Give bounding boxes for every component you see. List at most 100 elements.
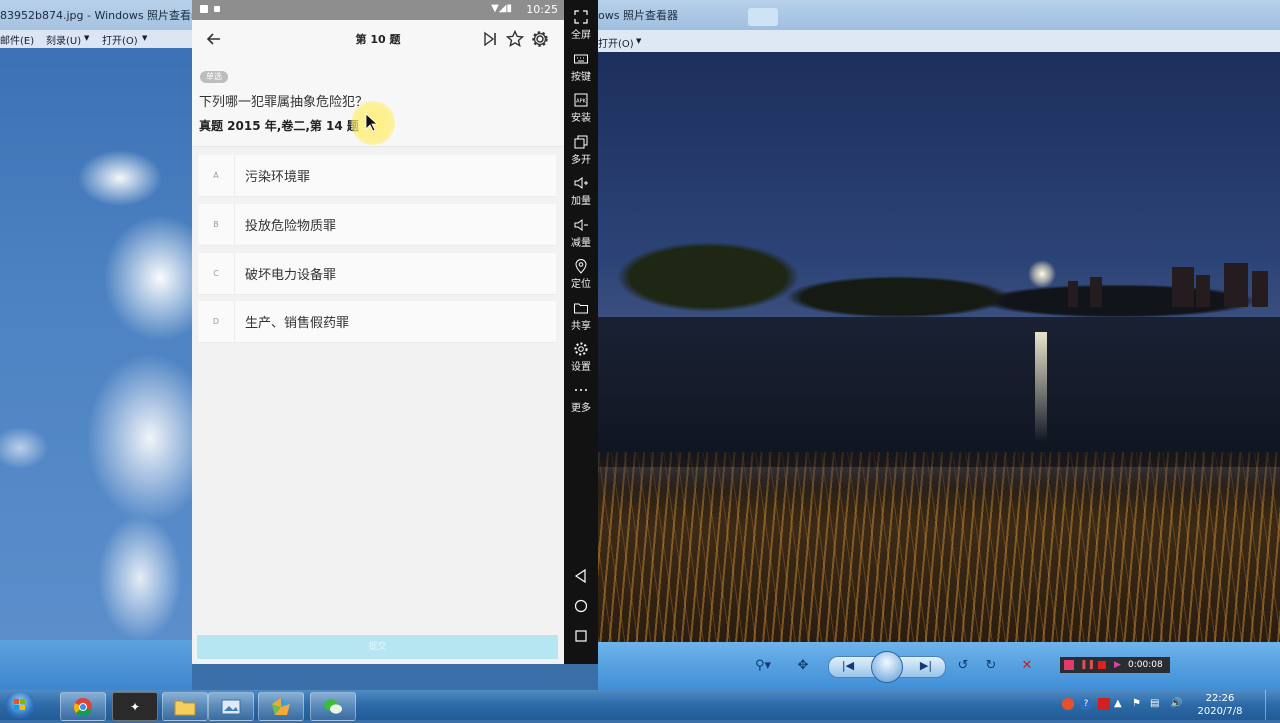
- sidebar-label: 加量: [571, 196, 591, 207]
- windows-logo-icon: [14, 699, 25, 710]
- sidebar-label: 全屏: [571, 30, 591, 41]
- right-photo-viewer-window: ows 照片查看器 打开(O) ▼ ⚲▾ ✥ |◀ ▶| ↺ ↻ ✕ ❚❚ ▶ …: [598, 0, 1280, 690]
- option-a[interactable]: A 污染环境罪: [198, 155, 556, 197]
- status-time: 10:25: [526, 3, 558, 16]
- menu-burn[interactable]: 刻录(U): [46, 32, 81, 47]
- taskbar-chrome[interactable]: [60, 692, 106, 721]
- show-desktop-button[interactable]: [1265, 690, 1280, 720]
- android-home-icon[interactable]: [573, 598, 589, 614]
- recorder-tray-icon[interactable]: [1098, 698, 1110, 710]
- folder-icon: [174, 700, 196, 715]
- option-b[interactable]: B 投放危险物质罪: [198, 204, 556, 246]
- actual-size-icon[interactable]: ✥: [792, 654, 814, 676]
- mouse-cursor-icon: [365, 113, 379, 132]
- app-bar: 第 10 题: [192, 20, 564, 59]
- question-text: 下列哪一犯罪属抽象危险犯？: [199, 95, 369, 110]
- sidebar-label: 减量: [571, 238, 591, 249]
- slideshow-button[interactable]: [871, 651, 903, 683]
- sogou-ime-icon[interactable]: [1062, 698, 1074, 710]
- flag-icon[interactable]: ⚑: [1132, 698, 1144, 710]
- colorful-app-icon: [272, 697, 290, 715]
- android-status-bar: ▼◢▮ 10:25: [192, 0, 564, 20]
- taskbar-app-colorful[interactable]: [258, 692, 304, 721]
- next-icon[interactable]: ▶|: [916, 654, 936, 676]
- sidebar-share[interactable]: 共享: [564, 300, 598, 332]
- menu-open[interactable]: 打开(O): [102, 32, 138, 47]
- taskbar-emulator[interactable]: ✦: [112, 692, 158, 721]
- sidebar-install[interactable]: APK 安装: [564, 92, 598, 124]
- option-c[interactable]: C 破坏电力设备罪: [198, 253, 556, 295]
- android-recents-icon[interactable]: [573, 628, 589, 644]
- sidebar-more[interactable]: 更多: [564, 382, 598, 414]
- help-icon[interactable]: ?: [1080, 698, 1092, 710]
- multi-instance-icon: [574, 135, 588, 149]
- sidebar-location[interactable]: 定位: [564, 258, 598, 290]
- taskbar-explorer[interactable]: [162, 692, 208, 721]
- submit-button[interactable]: 提交: [197, 635, 558, 659]
- menu-email[interactable]: 邮件(E): [0, 32, 34, 47]
- system-clock[interactable]: 22:26 2020/7/8: [1194, 692, 1246, 718]
- night-lake-photo: [598, 52, 1280, 642]
- sidebar-keys[interactable]: 按键: [564, 51, 598, 83]
- emulator-app-icon: ✦: [129, 699, 141, 714]
- photo-reeds: [598, 452, 1280, 642]
- settings-gear-icon[interactable]: [530, 29, 550, 49]
- photo-water: [598, 317, 1280, 467]
- viewer-control-bar: ⚲▾ ✥ |◀ ▶| ↺ ↻ ✕ ❚❚ ▶ 0:00:08: [598, 642, 1280, 690]
- option-letter: A: [198, 155, 235, 196]
- sidebar-volume-down[interactable]: 减量: [564, 217, 598, 249]
- wifi-signal-battery-icon: ▼◢▮: [491, 3, 512, 14]
- sidebar-volume-up[interactable]: 加量: [564, 175, 598, 207]
- question-type-badge: 单选: [200, 71, 228, 83]
- delete-icon[interactable]: ✕: [1018, 654, 1036, 676]
- rotate-left-icon[interactable]: ↺: [954, 654, 972, 676]
- left-viewer-menubar: 邮件(E) 刻录(U) ▼ 打开(O) ▼: [0, 30, 192, 48]
- pause-icon[interactable]: ❚❚: [1080, 657, 1095, 673]
- mouse-cursor-highlight: [351, 101, 395, 145]
- option-letter: C: [198, 253, 235, 294]
- taskbar-wechat[interactable]: [310, 692, 356, 721]
- star-icon[interactable]: [505, 29, 525, 49]
- android-back-icon[interactable]: [573, 568, 589, 584]
- screen-recorder-bar[interactable]: ❚❚ ▶ 0:00:08: [1060, 657, 1170, 673]
- sidebar-settings[interactable]: 设置: [564, 341, 598, 373]
- play-icon[interactable]: ▶: [1114, 657, 1121, 673]
- stop-icon[interactable]: [1098, 661, 1106, 669]
- sidebar-label: 定位: [571, 279, 591, 290]
- show-hidden-icons-icon[interactable]: ▲: [1114, 698, 1126, 710]
- option-text: 破坏电力设备罪: [245, 268, 337, 283]
- fullscreen-icon: [574, 10, 588, 24]
- clock-time: 22:26: [1205, 693, 1235, 704]
- sidebar-label: 更多: [571, 403, 591, 414]
- apk-install-icon: APK: [574, 93, 588, 107]
- volume-up-icon: [574, 177, 588, 189]
- emulator-toolbar: 全屏 按键 APK 安装 多开 加量 减量 定位 共享 设置 更多: [564, 0, 598, 664]
- wechat-icon: [324, 699, 342, 714]
- left-viewer-controls: [0, 640, 192, 690]
- left-viewer-photo: [0, 48, 192, 640]
- start-button[interactable]: [5, 691, 35, 719]
- clock-date: 2020/7/8: [1197, 706, 1243, 717]
- menu-open-dropdown-icon[interactable]: ▼: [142, 34, 147, 42]
- taskbar-photo-viewer[interactable]: [208, 692, 254, 721]
- menu-open-right-dropdown-icon[interactable]: ▼: [636, 37, 641, 45]
- network-icon[interactable]: ▤: [1150, 698, 1162, 710]
- menu-open-right[interactable]: 打开(O): [598, 35, 634, 50]
- volume-icon[interactable]: 🔊: [1170, 698, 1182, 710]
- recorder-app-icon: [1064, 660, 1074, 670]
- photo-moon-reflection: [1035, 332, 1047, 442]
- skip-next-icon[interactable]: [480, 29, 500, 49]
- sidebar-label: 多开: [571, 155, 591, 166]
- rotate-right-icon[interactable]: ↻: [982, 654, 1000, 676]
- previous-icon[interactable]: |◀: [838, 654, 858, 676]
- gear-icon: [574, 342, 588, 356]
- left-photo-viewer-window: 83952b874.jpg - Windows 照片查看器 邮件(E) 刻录(U…: [0, 0, 192, 690]
- zoom-icon[interactable]: ⚲▾: [748, 654, 778, 676]
- sidebar-label: 按键: [571, 72, 591, 83]
- menu-burn-dropdown-icon[interactable]: ▼: [84, 34, 89, 42]
- android-emulator-screen: ▼◢▮ 10:25 第 10 题 单选 下列哪一犯罪属抽象危险犯？ 真题 201…: [192, 0, 564, 664]
- question-source: 真题 2015 年,卷二,第 14 题: [199, 119, 359, 133]
- sidebar-multi[interactable]: 多开: [564, 134, 598, 166]
- sidebar-fullscreen[interactable]: 全屏: [564, 9, 598, 41]
- option-d[interactable]: D 生产、销售假药罪: [198, 301, 556, 343]
